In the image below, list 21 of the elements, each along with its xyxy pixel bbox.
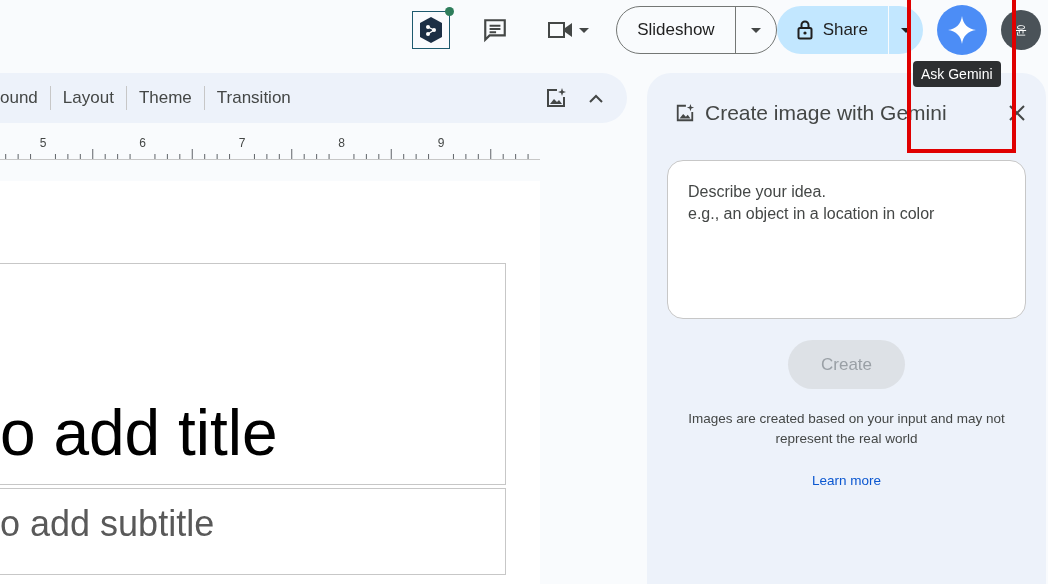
toolbar-button[interactable]: Layout [50, 85, 126, 111]
gemini-button[interactable] [937, 5, 987, 55]
title-placeholder[interactable]: o add title [0, 263, 506, 485]
ruler-number: 9 [437, 136, 445, 150]
disclaimer-text: Images are created based on your input and may not represent the real world [687, 410, 1006, 448]
prompt-field[interactable]: Describe your idea. e.g., an object in a location in color [667, 160, 1026, 319]
tooltip: Ask Gemini [913, 61, 1001, 87]
account-avatar[interactable]: 윤 [1001, 10, 1041, 50]
ruler-number: 5 [39, 136, 47, 150]
subtitle-placeholder[interactable]: o add subtitle [0, 488, 506, 575]
learn-more-link[interactable]: Learn more [811, 473, 881, 488]
sparkle-icon [948, 16, 976, 44]
close-icon[interactable] [1008, 104, 1026, 122]
toolbar-button[interactable]: ound [0, 85, 50, 111]
ruler-number: 8 [338, 136, 345, 150]
ruler-number: 6 [139, 136, 146, 150]
image-sparkle-icon [675, 103, 695, 123]
toolbar-button[interactable]: Transition [204, 85, 303, 111]
lock-icon [796, 20, 813, 40]
toolbar-button[interactable]: Theme [126, 85, 204, 111]
ruler-number: 7 [238, 136, 246, 150]
